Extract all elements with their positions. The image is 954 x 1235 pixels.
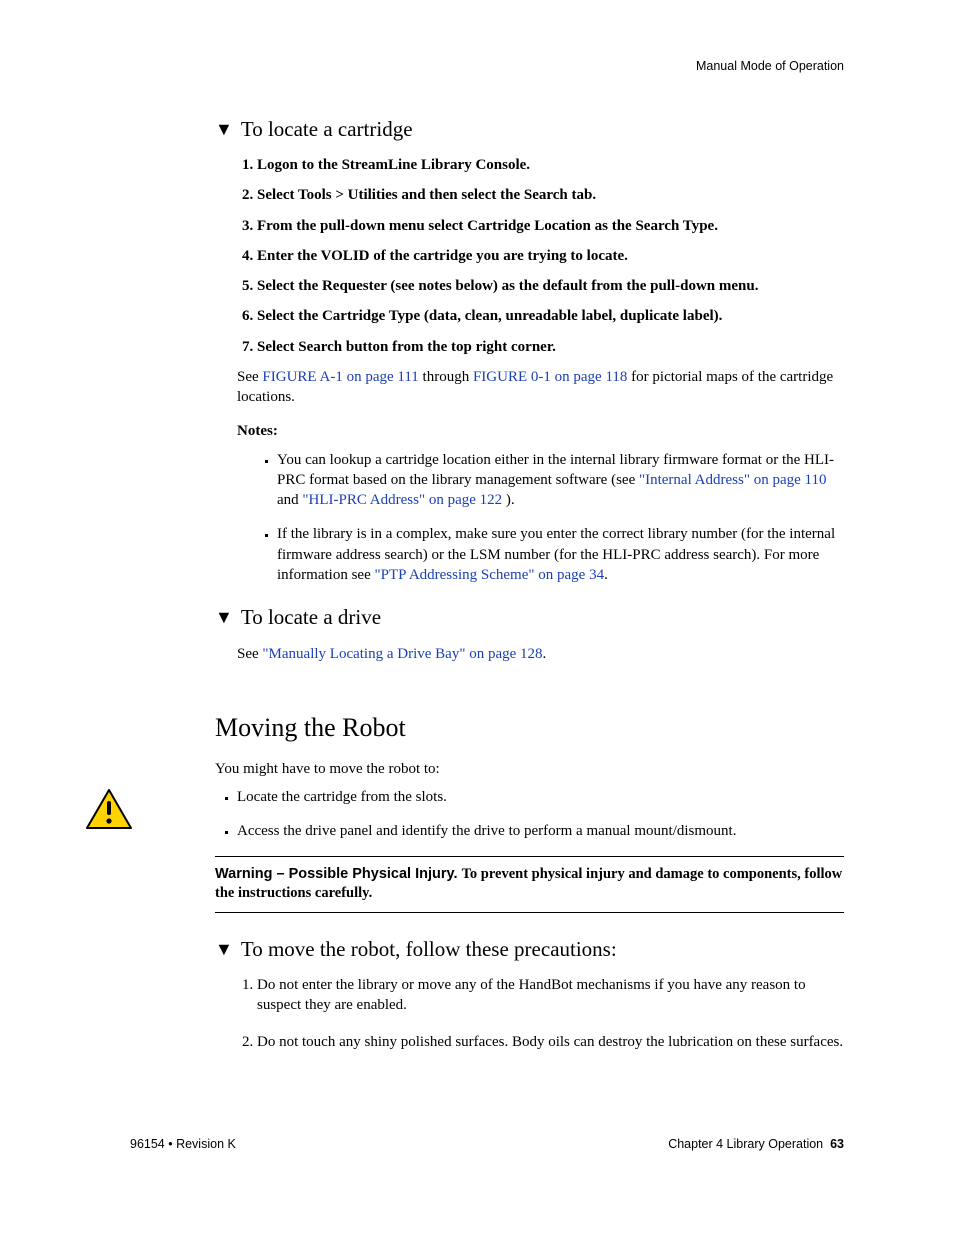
text: . (543, 646, 547, 662)
steps-list: Logon to the StreamLine Library Console.… (215, 155, 844, 357)
warning-box: Warning – Possible Physical Injury. To p… (215, 856, 844, 913)
footer-left: 96154 • Revision K (130, 1136, 236, 1153)
precautions-list: Do not enter the library or move any of … (215, 975, 844, 1052)
xref-hli-prc-address[interactable]: "HLI-PRC Address" on page 122 (302, 492, 502, 508)
step-followup-text: See FIGURE A-1 on page 111 through FIGUR… (237, 367, 844, 408)
notes-list: You can lookup a cartridge location eith… (215, 450, 844, 586)
warning-lead: Warning – Possible Physical Injury. (215, 866, 462, 882)
text: through (419, 369, 473, 385)
text: and (277, 492, 302, 508)
notes-label: Notes: (237, 421, 844, 441)
note-item: You can lookup a cartridge location eith… (277, 450, 844, 511)
step-text: Enter the VOLID of the cartridge you are… (257, 248, 628, 264)
step-text: Select the Requester (see notes below) a… (257, 278, 758, 294)
step-item: Enter the VOLID of the cartridge you are… (257, 246, 844, 266)
step-item: Select the Cartridge Type (data, clean, … (257, 306, 844, 326)
text: . (604, 567, 608, 583)
list-item: Locate the cartridge from the slots. (237, 787, 844, 807)
step-item: Logon to the StreamLine Library Console. (257, 155, 844, 175)
step-text: Select Tools > Utilities and then select… (257, 187, 596, 203)
procedure-heading-move-robot: ▼ To move the robot, follow these precau… (215, 935, 844, 963)
running-header: Manual Mode of Operation (85, 58, 844, 75)
footer-right: Chapter 4 Library Operation 63 (668, 1136, 844, 1153)
procedure-heading-locate-cartridge: ▼ To locate a cartridge (215, 115, 844, 143)
step-item: Select Search button from the top right … (257, 337, 844, 357)
section-intro: You might have to move the robot to: (215, 759, 844, 779)
xref-ptp-addressing[interactable]: "PTP Addressing Scheme" on page 34 (374, 567, 604, 583)
step-item: Select the Requester (see notes below) a… (257, 276, 844, 296)
procedure-heading-locate-drive: ▼ To locate a drive (215, 603, 844, 631)
section-heading-moving-robot: Moving the Robot (215, 710, 844, 745)
footer-chapter: Chapter 4 Library Operation (668, 1137, 823, 1151)
page-footer: 96154 • Revision K Chapter 4 Library Ope… (130, 1136, 844, 1153)
xref-figure-a1[interactable]: FIGURE A-1 on page 111 (262, 369, 418, 385)
down-triangle-icon: ▼ (215, 605, 233, 629)
warning-triangle-icon (85, 788, 133, 832)
down-triangle-icon: ▼ (215, 937, 233, 961)
procedure-title: To locate a cartridge (241, 115, 413, 143)
xref-figure-01[interactable]: FIGURE 0-1 on page 118 (473, 369, 627, 385)
section-bullets: Locate the cartridge from the slots. Acc… (215, 787, 844, 842)
note-item: If the library is in a complex, make sur… (277, 524, 844, 585)
xref-manually-locating-drive-bay[interactable]: "Manually Locating a Drive Bay" on page … (262, 646, 542, 662)
step-item: Select Tools > Utilities and then select… (257, 185, 844, 205)
procedure-title: To move the robot, follow these precauti… (241, 935, 617, 963)
step-item: From the pull-down menu select Cartridge… (257, 216, 844, 236)
step-text: From the pull-down menu select Cartridge… (257, 218, 718, 234)
text: See (237, 646, 262, 662)
procedure-title: To locate a drive (241, 603, 381, 631)
list-item: Access the drive panel and identify the … (237, 821, 844, 841)
step-text: Logon to the StreamLine Library Console. (257, 157, 530, 173)
footer-page-number: 63 (830, 1137, 844, 1151)
text: See (237, 369, 262, 385)
precaution-item: Do not touch any shiny polished surfaces… (257, 1032, 844, 1052)
step-text: Select Search button from the top right … (257, 339, 556, 355)
text: ). (502, 492, 515, 508)
down-triangle-icon: ▼ (215, 117, 233, 141)
precaution-item: Do not enter the library or move any of … (257, 975, 844, 1016)
step-text: Select the Cartridge Type (data, clean, … (257, 308, 722, 324)
xref-internal-address[interactable]: "Internal Address" on page 110 (639, 472, 826, 488)
procedure-body: See "Manually Locating a Drive Bay" on p… (237, 644, 844, 664)
